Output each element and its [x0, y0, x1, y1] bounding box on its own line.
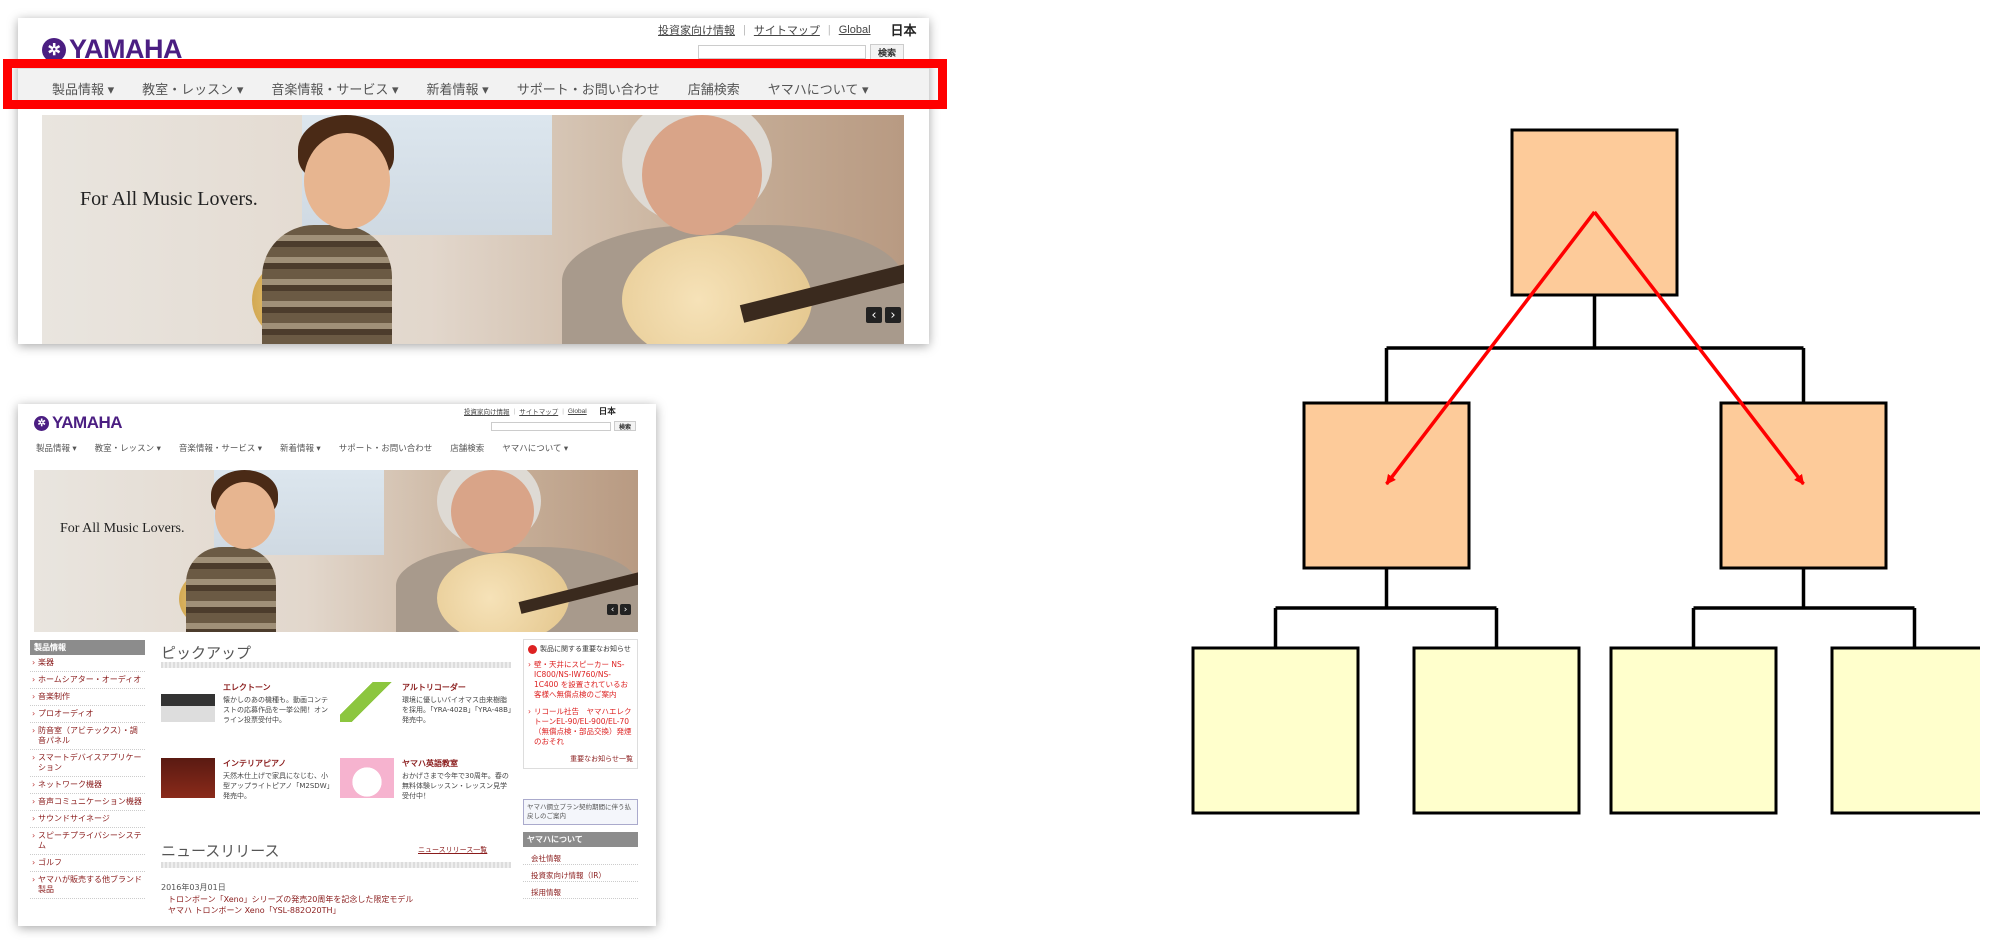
english-school-image	[340, 758, 394, 798]
sitemap-link[interactable]: サイトマップ	[754, 22, 820, 38]
hero-banner: For All Music Lovers. ‹ ›	[42, 115, 904, 344]
screenshot-bottom: ✲ YAMAHA 投資家向け情報 | サイトマップ | Global 日本 検索 製…	[18, 404, 656, 926]
pickup-item[interactable]: エレクトーン 懐かしのあの機種も。動画コンテストの応募作品を一挙公開！オンライン投…	[161, 682, 331, 725]
man-image	[451, 470, 534, 553]
chevron-down-icon: ▾	[257, 443, 263, 453]
yamaha-logo[interactable]: ✲ YAMAHA	[34, 413, 123, 433]
about-heading: ヤマハについて	[523, 832, 638, 847]
boy-image	[215, 482, 275, 549]
investor-link[interactable]: 投資家向け情報	[658, 22, 735, 38]
piano-image	[161, 758, 215, 798]
carousel-prev-button[interactable]: ‹	[866, 307, 882, 323]
nav-about[interactable]: ヤマハについて ▾	[502, 442, 568, 454]
leaf-node	[1412, 646, 1581, 815]
notice-link[interactable]: リコール社告 ヤマハエレクトーンEL-90/EL-900/EL-70（無償点検・…	[528, 707, 633, 747]
sidebar-item[interactable]: ゴルフ	[30, 855, 145, 872]
tuning-fork-icon: ✲	[42, 37, 66, 62]
sidebar-item[interactable]: 音楽制作	[30, 689, 145, 706]
notice-more-link[interactable]: 重要なお知らせ一覧	[528, 754, 633, 764]
important-notices: 製品に関する重要なお知らせ 壁・天井にスピーカー NS-IC800/NS-IW7…	[523, 639, 638, 769]
about-item[interactable]: 会社情報	[523, 853, 638, 865]
nav-lessons[interactable]: 教室・レッスン ▾	[95, 442, 161, 454]
pickup-item[interactable]: ヤマハ英語教室 おかげさまで今年で30周年。春の無料体験レッスン・レッスン見学受付…	[340, 758, 512, 801]
news-link[interactable]: トロンボーン「Xeno」シリーズの発売20周年を記念した限定モデル	[168, 894, 413, 905]
about-item[interactable]: 投資家向け情報（IR）	[523, 870, 638, 882]
leaf-node	[1191, 646, 1360, 815]
nav-highlight-frame	[3, 59, 947, 109]
hero-tagline: For All Music Lovers.	[80, 188, 258, 210]
sidebar-item[interactable]: ネットワーク機器	[30, 777, 145, 794]
sidebar-item[interactable]: サウンドサイネージ	[30, 811, 145, 828]
sidebar-item[interactable]: スピーチプライバシーシステム	[30, 828, 145, 855]
notice-header: 製品に関する重要なお知らせ	[528, 644, 633, 654]
carousel-prev-button[interactable]: ‹	[607, 604, 618, 615]
sidebar-item[interactable]: プロオーディオ	[30, 706, 145, 723]
investor-link[interactable]: 投資家向け情報	[464, 406, 510, 416]
sidebar-title: 製品情報	[30, 640, 145, 655]
recorder-image	[340, 682, 394, 722]
carousel-next-button[interactable]: ›	[620, 604, 631, 615]
sidebar-item[interactable]: 防音室（アビテックス）・調音パネル	[30, 723, 145, 750]
nav-store-search[interactable]: 店舗検索	[450, 442, 484, 454]
middle-node-left	[1302, 401, 1471, 570]
chevron-down-icon: ▾	[563, 443, 569, 453]
nav-news[interactable]: 新着情報 ▾	[280, 442, 321, 454]
leaf-node	[1609, 646, 1778, 815]
news-heading: ニュースリリース	[161, 843, 280, 860]
notice-link[interactable]: 壁・天井にスピーカー NS-IC800/NS-IW760/NS-1C400 を設…	[528, 660, 633, 700]
search-bar: 検索	[698, 44, 904, 60]
language-label: 日本	[598, 406, 616, 416]
pickup-item[interactable]: アルトリコーダー 環境に優しいバイオマス由来樹脂を採用。「YRA-402B」「YR…	[340, 682, 512, 725]
tree-nodes	[1191, 128, 1980, 815]
utility-links: 投資家向け情報 | サイトマップ | Global 日本	[464, 406, 616, 416]
leaf-node	[1830, 646, 1980, 815]
language-label: 日本	[890, 23, 917, 38]
product-sidebar: 製品情報 楽器 ホームシアター・オーディオ 音楽制作 プロオーディオ 防音室（ア…	[30, 640, 145, 899]
search-bar: 検索	[491, 421, 636, 431]
chevron-down-icon: ▾	[316, 443, 321, 453]
pickup-item[interactable]: インテリアピアノ 天然木仕上げで家具になじむ、小型アップライトピアノ「M2SDW」…	[161, 758, 331, 801]
nav-products[interactable]: 製品情報 ▾	[36, 442, 77, 454]
boy-image	[304, 133, 390, 229]
nav-music-services[interactable]: 音楽情報・サービス ▾	[179, 442, 262, 454]
search-input[interactable]	[698, 45, 866, 59]
search-button[interactable]: 検索	[614, 421, 636, 431]
sitemap-link[interactable]: サイトマップ	[519, 406, 558, 416]
sidebar-item[interactable]: 音声コミュニケーション機器	[30, 794, 145, 811]
about-item[interactable]: 採用情報	[523, 887, 638, 899]
utility-links: 投資家向け情報 | サイトマップ | Global 日本	[658, 20, 917, 39]
hero-tagline: For All Music Lovers.	[60, 521, 185, 536]
search-button[interactable]: 検索	[870, 44, 904, 60]
global-nav: 製品情報 ▾ 教室・レッスン ▾ 音楽情報・サービス ▾ 新着情報 ▾ サポート…	[18, 438, 656, 458]
pickup-heading: ピックアップ	[161, 645, 252, 662]
sidebar-item[interactable]: ホームシアター・オーディオ	[30, 672, 145, 689]
tree-diagram	[1191, 128, 1980, 815]
news-link[interactable]: ヤマハ トロンボーン Xeno「YSL-882O20TH」	[168, 905, 341, 916]
sidebar-item[interactable]: ヤマハが販売する他ブランド製品	[30, 872, 145, 899]
global-link[interactable]: Global	[839, 24, 871, 36]
logo-text: YAMAHA	[52, 413, 123, 432]
hero-banner: For All Music Lovers. ‹ ›	[34, 470, 638, 632]
sidebar-item[interactable]: 楽器	[30, 655, 145, 672]
chevron-down-icon: ▾	[156, 443, 161, 453]
global-link[interactable]: Global	[568, 408, 587, 415]
chevron-down-icon: ▾	[72, 443, 77, 453]
electone-image	[161, 682, 215, 722]
middle-node-right	[1719, 401, 1888, 570]
carousel-next-button[interactable]: ›	[885, 307, 901, 323]
search-input[interactable]	[491, 421, 611, 431]
nav-support[interactable]: サポート・お問い合わせ	[339, 442, 433, 454]
refund-notice-box[interactable]: ヤマハ鋼立プラン契約期間に伴う払戻しのご案内	[523, 799, 638, 825]
man-image	[642, 115, 762, 235]
news-date: 2016年03月01日	[161, 883, 226, 892]
news-more-link[interactable]: ニュースリリース一覧	[418, 845, 487, 855]
sidebar-item[interactable]: スマートデバイスアプリケーション	[30, 750, 145, 777]
tuning-fork-icon: ✲	[34, 415, 49, 431]
